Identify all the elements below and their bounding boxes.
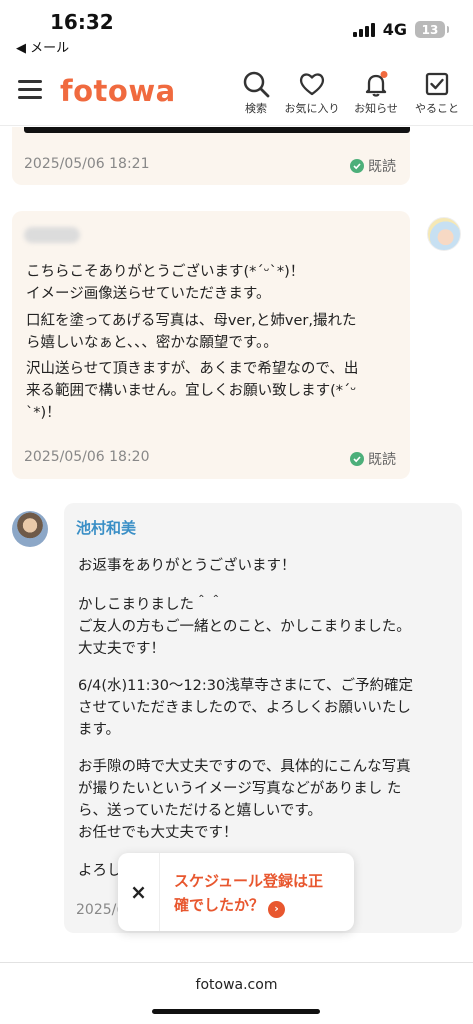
battery-icon: 13	[415, 21, 449, 38]
message-line: 大丈夫です！	[78, 641, 165, 657]
message-timestamp: 2025/05/06 18:20	[24, 449, 150, 465]
message-line: が撮りたいというイメージ写真などがありまし た	[78, 781, 402, 797]
message-line: `*)！	[26, 405, 61, 421]
checkbox-icon	[425, 72, 449, 96]
read-label: 既読	[368, 159, 396, 175]
toast-text-line1: スケジュール登録は正	[174, 872, 323, 890]
heart-icon	[299, 73, 325, 96]
signal-icon	[352, 22, 375, 37]
message-line: ら嬉しいなぁと、、、密かな願望です。。	[26, 335, 278, 351]
browser-footer: fotowa.com	[0, 962, 473, 1024]
bell-icon	[365, 71, 388, 97]
fotowa-logo[interactable]: fotowa	[60, 74, 176, 108]
status-indicators: 4G 13	[352, 20, 449, 39]
favorites-button[interactable]: お気に入り	[280, 70, 344, 116]
search-label: 検索	[245, 102, 267, 115]
read-status: 既読	[350, 449, 396, 469]
user-avatar[interactable]	[427, 217, 461, 251]
network-label: 4G	[382, 20, 407, 39]
back-to-mail-link[interactable]: ◀ メール	[16, 37, 69, 56]
message-timestamp: 2025/05/06 18:21	[24, 156, 150, 172]
url-bar[interactable]: fotowa.com	[0, 977, 473, 993]
favorites-label: お気に入り	[284, 102, 340, 115]
schedule-confirm-toast[interactable]: × スケジュール登録は正 確でしたか？ ›	[118, 853, 354, 931]
message-line: 沢山送らせて頂きますが、あくまで希望なので、出	[26, 361, 359, 377]
status-time: 16:32	[50, 10, 114, 34]
message-line: 口紅を塗ってあげる写真は、母ver,と姉ver,撮れた	[26, 313, 357, 329]
staff-name[interactable]: 池村和美	[76, 517, 136, 538]
status-bar: 16:32 ◀ メール 4G 13	[0, 0, 473, 62]
app-header: fotowa 検索 お気に入り お知らせ やること	[0, 62, 473, 126]
message-line: ご友人の方もご一緒とのこと、かしこまりました。	[78, 619, 411, 635]
user-message-bubble: こちらこそありがとうございます(*´ᵕ`*)！ イメージ画像送らせていただきます…	[12, 211, 410, 479]
close-icon: ×	[130, 880, 147, 904]
message-line: お手隙の時で大丈夫ですので、具体的にこんな写真	[78, 759, 411, 775]
message-line: ます。	[78, 722, 121, 738]
todo-button[interactable]: やること	[405, 70, 469, 116]
chevron-right-icon[interactable]: ›	[268, 900, 286, 918]
close-toast-button[interactable]: ×	[118, 853, 160, 931]
read-status: 既読	[350, 156, 396, 176]
message-line: かしこまりました＾＾	[78, 597, 223, 613]
toast-text-line2: 確でしたか？	[174, 896, 265, 914]
notifications-label: お知らせ	[354, 102, 398, 115]
message-line: イメージ画像送らせていただきます。	[26, 286, 271, 302]
notifications-button[interactable]: お知らせ	[344, 70, 408, 116]
blurred-sender-name	[24, 227, 80, 243]
message-line: お返事をありがとうございます！	[78, 558, 296, 574]
message-bubble: 2025/05/06 18:21 既読	[12, 127, 410, 185]
toast-message[interactable]: スケジュール登録は正 確でしたか？ ›	[174, 869, 344, 918]
message-line: ら、送っていただけると嬉しいです。	[78, 803, 322, 819]
search-button[interactable]: 検索	[224, 70, 288, 116]
todo-label: やること	[415, 102, 459, 115]
hamburger-menu-icon[interactable]	[18, 80, 42, 100]
image-preview-edge	[24, 127, 410, 133]
message-timestamp: 2025/(	[76, 902, 122, 918]
staff-avatar[interactable]	[12, 511, 48, 547]
home-indicator[interactable]	[152, 1009, 320, 1014]
message-line: 来る範囲で構いません。宜しくお願い致します(*´ᵕ	[26, 383, 357, 399]
check-circle-icon	[350, 452, 364, 466]
message-line: 6/4(水)11:30〜12:30浅草寺さまにて、ご予約確定	[78, 678, 413, 694]
search-icon	[243, 71, 270, 98]
message-line: お任せでも大丈夫です！	[78, 825, 238, 841]
read-label: 既読	[368, 452, 396, 468]
message-line: させていただきましたので、よろしくお願いいたし	[78, 700, 411, 716]
check-circle-icon	[350, 159, 364, 173]
message-line: こちらこそありがとうございます(*´ᵕ`*)！	[26, 264, 305, 280]
